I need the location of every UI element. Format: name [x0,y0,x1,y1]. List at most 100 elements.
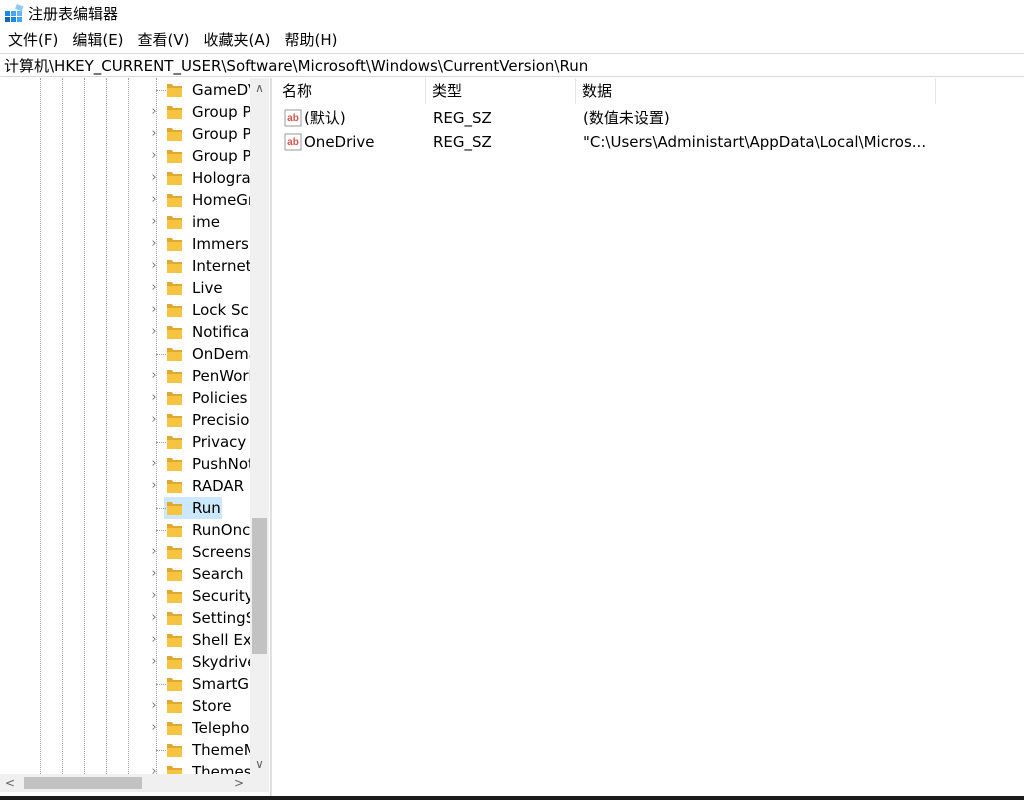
tree-horizontal-scrollbar[interactable]: < > [0,774,269,792]
tree-item-label[interactable]: Shell Extensions [192,629,250,651]
chevron-right-icon[interactable]: › [148,654,160,670]
menu-view[interactable]: 查看(V) [131,28,197,52]
tree-item[interactable]: Run [0,497,250,519]
value-row[interactable]: ab OneDrive REG_SZ "C:\Users\Administart\Ap… [276,130,1024,154]
chevron-right-icon[interactable]: › [148,390,160,406]
key-tree-pane[interactable]: GameDVR › Group Policy Editor › Group Policy… [0,78,271,800]
tree-item[interactable]: › ImmersiveShell [0,233,250,255]
tree-item[interactable]: › Screensavers [0,541,250,563]
tree-item-label[interactable]: Internet Settings [192,255,250,277]
tree-item[interactable]: › PrecisionTouchPad [0,409,250,431]
tree-item-label[interactable]: Group Policy Editor [192,101,250,123]
tree-item-label[interactable]: Screensavers [192,541,250,563]
tree-item[interactable]: › Holographic [0,167,250,189]
address-bar[interactable]: 计算机\HKEY_CURRENT_USER\Software\Microsoft… [0,53,1024,77]
tree-item-label[interactable]: Privacy [192,431,250,453]
chevron-right-icon[interactable]: › [148,720,160,736]
tree-item[interactable]: RunOnce [0,519,250,541]
chevron-right-icon[interactable]: › [148,412,160,428]
tree-item[interactable]: › Group Policy Editor [0,101,250,123]
tree-item-label[interactable]: Search [192,563,250,585]
tree-item[interactable]: GameDVR [0,79,250,101]
tree-item[interactable]: › HomeGroup [0,189,250,211]
value-name-cell[interactable]: ab (默认) [280,106,426,130]
values-list-pane[interactable]: 名称 类型 数据 ab (默认) REG_SZ (数值未设置) ab OneDrive RE… [276,78,1024,800]
menu-help[interactable]: 帮助(H) [277,28,344,52]
tree-item-label[interactable]: HomeGroup [192,189,250,211]
tree-item[interactable]: ThemeManager [0,739,250,761]
tree-item-label[interactable]: PushNotifications [192,453,250,475]
chevron-right-icon[interactable]: › [148,456,160,472]
tree-item[interactable]: › Lock Screen [0,299,250,321]
tree-item[interactable]: › Store [0,695,250,717]
tree-item-label[interactable]: Skydrive [192,651,250,673]
chevron-right-icon[interactable]: › [148,588,160,604]
chevron-right-icon[interactable]: › [148,104,160,120]
tree-item[interactable]: › Search [0,563,250,585]
tree-item-label[interactable]: ThemeManager [192,739,250,761]
tree-item[interactable]: › ime [0,211,250,233]
column-header-type[interactable]: 类型 [426,78,576,104]
tree-item-label[interactable]: Telephony [192,717,250,739]
chevron-right-icon[interactable]: › [148,544,160,560]
tree-item-label[interactable]: Live [192,277,250,299]
scroll-up-arrow-icon[interactable]: ∧ [250,78,269,98]
tree-item-label[interactable]: Group Policy Objects [192,123,250,145]
address-path[interactable]: 计算机\HKEY_CURRENT_USER\Software\Microsoft… [4,55,588,77]
menu-file[interactable]: 文件(F) [0,28,65,52]
scroll-left-arrow-icon[interactable]: < [0,774,20,792]
chevron-right-icon[interactable]: › [148,214,160,230]
chevron-right-icon[interactable]: › [148,478,160,494]
menu-favorites[interactable]: 收藏夹(A) [197,28,278,52]
tree-item-label[interactable]: Holographic [192,167,250,189]
tree-item[interactable]: › Skydrive [0,651,250,673]
column-header-name[interactable]: 名称 [276,78,426,104]
tree-item-label[interactable]: PrecisionTouchPad [192,409,250,431]
tree-item[interactable]: › Policies [0,387,250,409]
tree-item[interactable]: › Internet Settings [0,255,250,277]
tree-item-label[interactable]: Group Policy [192,145,250,167]
vertical-scroll-thumb[interactable] [252,518,267,654]
value-row[interactable]: ab (默认) REG_SZ (数值未设置) [276,106,1024,130]
chevron-right-icon[interactable]: › [148,302,160,318]
scroll-right-arrow-icon[interactable]: > [229,774,249,792]
tree-item[interactable]: › PenWorkspace [0,365,250,387]
tree-item-label[interactable]: PenWorkspace [192,365,250,387]
horizontal-scroll-thumb[interactable] [24,777,142,789]
chevron-right-icon[interactable]: › [148,126,160,142]
chevron-right-icon[interactable]: › [148,170,160,186]
tree-item-label[interactable]: SmartGlass [192,673,250,695]
chevron-right-icon[interactable]: › [148,258,160,274]
tree-item-label[interactable]: Policies [192,387,250,409]
chevron-right-icon[interactable]: › [148,610,160,626]
tree-item[interactable]: › PushNotifications [0,453,250,475]
tree-item[interactable]: › RADAR [0,475,250,497]
chevron-right-icon[interactable]: › [148,368,160,384]
tree-item-label[interactable]: Run [192,497,250,519]
chevron-right-icon[interactable]: › [148,236,160,252]
chevron-right-icon[interactable]: › [148,566,160,582]
column-header-data[interactable]: 数据 [576,78,936,104]
chevron-right-icon[interactable]: › [148,280,160,296]
tree-item-label[interactable]: OnDemandInterfaceCache [192,343,250,365]
tree-item-label[interactable]: ime [192,211,250,233]
tree-item-label[interactable]: GameDVR [192,79,250,101]
tree-item-label[interactable]: RunOnce [192,519,250,541]
chevron-right-icon[interactable]: › [148,192,160,208]
tree-item-label[interactable]: RADAR [192,475,250,497]
scroll-down-arrow-icon[interactable]: ∨ [250,754,269,774]
tree-item[interactable]: › Shell Extensions [0,629,250,651]
tree-item[interactable]: › Group Policy [0,145,250,167]
tree-item[interactable]: Privacy [0,431,250,453]
tree-vertical-scrollbar[interactable]: ∧ ∨ [250,78,269,774]
tree-item[interactable]: › Notifications [0,321,250,343]
chevron-right-icon[interactable]: › [148,698,160,714]
tree-item[interactable]: OnDemandInterfaceCache [0,343,250,365]
tree-item[interactable]: › Telephony [0,717,250,739]
menu-edit[interactable]: 编辑(E) [65,28,130,52]
chevron-right-icon[interactable]: › [148,148,160,164]
tree-item-label[interactable]: Store [192,695,250,717]
tree-item-label[interactable]: Security and Maintenance [192,585,250,607]
tree-item[interactable]: SmartGlass [0,673,250,695]
tree-item[interactable]: › Security and Maintenance [0,585,250,607]
